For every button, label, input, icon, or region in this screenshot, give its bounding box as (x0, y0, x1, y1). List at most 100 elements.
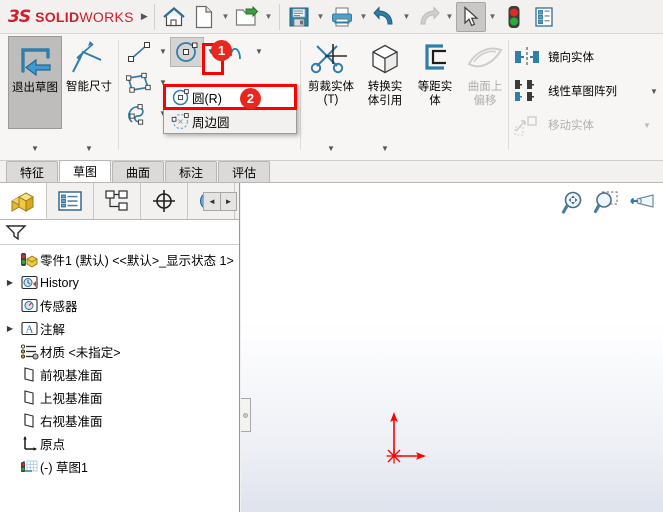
select-cursor-icon (464, 5, 479, 26)
configuration-manager-tab[interactable] (94, 183, 141, 219)
linear-pattern-caret-icon[interactable]: ▼ (647, 87, 661, 96)
exit-sketch-label: 退出草图 (12, 82, 58, 94)
select-tool-button[interactable] (456, 1, 486, 32)
panel-splitter-handle[interactable] (241, 398, 251, 432)
dimxpert-manager-tab[interactable] (141, 183, 188, 219)
tab-evaluate[interactable]: 评估 (218, 161, 271, 182)
rectangle-tool-button[interactable] (122, 68, 156, 98)
tree-item-sensors[interactable]: 传感器 (0, 294, 239, 317)
select-tool-caret-icon[interactable]: ▼ (486, 12, 499, 21)
graphics-viewport[interactable] (241, 183, 663, 512)
tree-item-sketch1[interactable]: (-) 草图1 (0, 455, 239, 478)
home-button[interactable] (159, 2, 189, 32)
new-document-button[interactable] (189, 2, 219, 32)
options-button[interactable] (529, 2, 559, 32)
tree-filter-row[interactable] (0, 220, 239, 245)
convert-entities-label-1: 转换实 (367, 81, 403, 93)
tab-evaluate-label: 评估 (232, 165, 257, 180)
feature-tree: 零件1 (默认) <<默认>_显示状态 1> ▶ History 传感器 ▶ A… (0, 245, 239, 478)
arc-tool-caret-icon[interactable]: ▼ (252, 47, 266, 56)
print-button[interactable] (327, 2, 357, 32)
tree-item-origin-label: 原点 (40, 438, 66, 452)
tree-arrow-history-icon[interactable]: ▶ (2, 278, 18, 287)
rebuild-button[interactable] (499, 2, 529, 32)
circle-tool-button[interactable] (170, 36, 204, 67)
tree-item-material[interactable]: 材质 <未指定> (0, 340, 239, 363)
tree-item-origin[interactable]: 原点 (0, 432, 239, 455)
zoom-to-fit-icon (561, 191, 582, 214)
feature-manager-nav: ◄ ► (203, 192, 237, 211)
exit-sketch-icon (21, 48, 51, 77)
line-tool-button[interactable] (122, 37, 156, 67)
tree-item-top-plane[interactable]: 上视基准面 (0, 386, 239, 409)
perimeter-circle-menu-item[interactable]: 周边圆 (164, 109, 296, 133)
line-tool-caret-icon[interactable]: ▼ (156, 47, 170, 56)
open-document-caret-icon[interactable]: ▼ (262, 12, 275, 21)
chevron-down-icon[interactable]: ▼ (82, 142, 96, 156)
trim-entities-dropdown[interactable]: ▼ (304, 142, 358, 156)
tab-annotation[interactable]: 标注 (165, 161, 218, 182)
brand-text: SOLIDWORKS (35, 8, 134, 25)
ribbon-group-pattern: 镜向实体 线性草图阵列 ▼ 移动实体 ▼ (512, 36, 661, 160)
spline-tool-button[interactable] (122, 99, 156, 129)
filter-icon (5, 225, 27, 241)
origin-icon (18, 434, 40, 453)
convert-entities-dropdown[interactable]: ▼ (358, 142, 412, 156)
solidworks-logo[interactable]: 3S SOLIDWORKS ▶ (0, 0, 150, 34)
smart-dimension-button[interactable]: 智能尺寸 (62, 36, 116, 94)
chevron-down-icon[interactable]: ▼ (378, 142, 392, 156)
save-caret-icon[interactable]: ▼ (314, 12, 327, 21)
offset-entities-label-2: 体 (429, 95, 441, 107)
mirror-entities-button[interactable]: 镜向实体 (512, 40, 594, 74)
plane-icon (18, 388, 40, 407)
offset-on-surface-icon (467, 47, 503, 68)
tab-features[interactable]: 特征 (6, 161, 59, 182)
sketch-entity-row-1: ▼ ▼ ▼ (122, 36, 266, 67)
nav-next-button[interactable]: ► (220, 193, 236, 210)
open-document-button[interactable] (232, 2, 262, 32)
nav-prev-button[interactable]: ◄ (204, 193, 220, 210)
property-manager-tab[interactable] (47, 183, 94, 219)
annotation-badge-2: 2 (240, 88, 261, 109)
offset-entities-button[interactable]: 等距实 体 (408, 36, 462, 108)
chevron-down-icon[interactable]: ▼ (28, 142, 42, 156)
zoom-to-area-button[interactable] (593, 190, 621, 219)
print-caret-icon[interactable]: ▼ (357, 12, 370, 21)
circle-icon (168, 88, 192, 107)
save-button[interactable] (284, 2, 314, 32)
tree-item-front-plane[interactable]: 前视基准面 (0, 363, 239, 386)
undo-caret-icon[interactable]: ▼ (400, 12, 413, 21)
brand-menu-caret-icon[interactable]: ▶ (139, 11, 150, 22)
linear-sketch-pattern-label: 线性草图阵列 (548, 86, 617, 98)
trim-entities-button[interactable]: 剪裁实体(T) (304, 36, 358, 107)
plane-icon (18, 365, 40, 384)
tree-item-history[interactable]: ▶ History (0, 271, 239, 294)
tree-item-front-plane-label: 前视基准面 (40, 369, 103, 383)
tree-item-right-plane-label: 右视基准面 (40, 415, 103, 429)
redo-button[interactable] (413, 2, 443, 32)
tree-item-right-plane[interactable]: 右视基准面 (0, 409, 239, 432)
ribbon-divider-1 (118, 40, 119, 150)
tab-sketch[interactable]: 草图 (59, 160, 112, 182)
exit-sketch-button[interactable]: 退出草图 (8, 36, 62, 129)
tree-arrow-annotations-icon[interactable]: ▶ (2, 324, 18, 333)
undo-button[interactable] (370, 2, 400, 32)
exit-sketch-dropdown[interactable]: ▼ (8, 142, 62, 156)
linear-sketch-pattern-button[interactable]: 线性草图阵列 ▼ (512, 74, 661, 108)
tree-item-part[interactable]: 零件1 (默认) <<默认>_显示状态 1> (0, 248, 239, 271)
zoom-to-fit-button[interactable] (561, 190, 587, 219)
tree-item-sensors-label: 传感器 (40, 300, 78, 314)
chevron-down-icon[interactable]: ▼ (324, 142, 338, 156)
new-document-caret-icon[interactable]: ▼ (219, 12, 232, 21)
view-orientation-button[interactable] (627, 190, 657, 219)
tree-item-top-plane-label: 上视基准面 (40, 392, 103, 406)
convert-entities-button[interactable]: 转换实 体引用 (358, 36, 412, 108)
open-document-icon (235, 5, 259, 26)
smart-dimension-dropdown[interactable]: ▼ (62, 142, 116, 156)
view-orientation-icon (630, 193, 654, 208)
tab-surfaces[interactable]: 曲面 (112, 161, 165, 182)
circle-menu-item[interactable]: 圆(R) (164, 85, 296, 109)
ds-logo-icon: 3S (8, 6, 31, 27)
feature-manager-tab[interactable] (0, 183, 47, 219)
tree-item-annotations[interactable]: ▶ A 注解 (0, 317, 239, 340)
